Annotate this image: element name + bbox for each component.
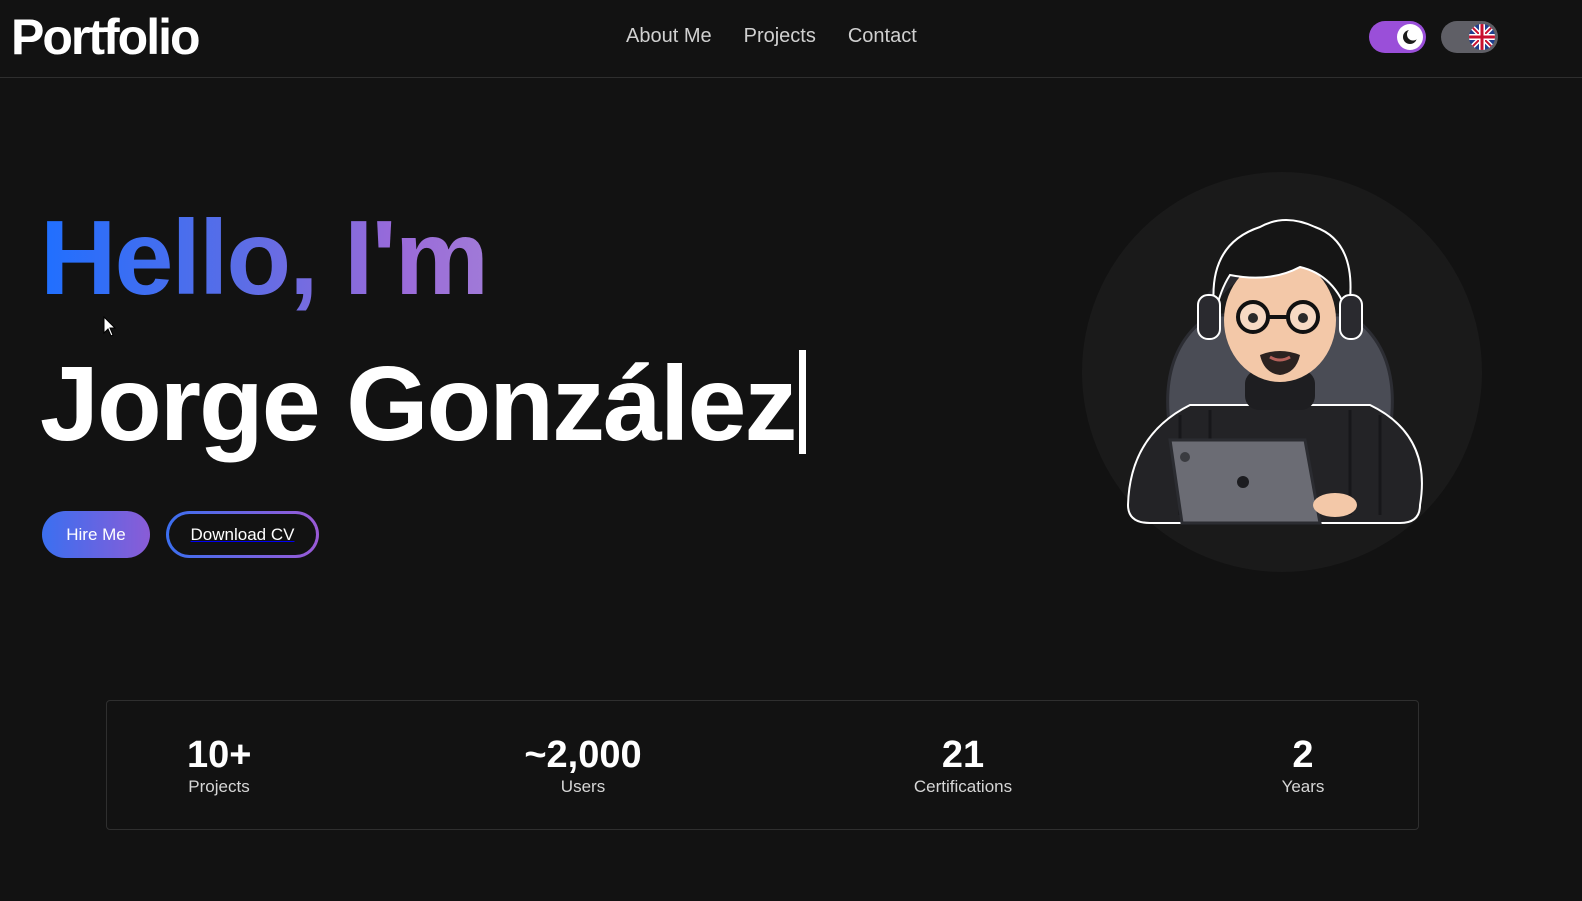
stat-projects: 10+ Projects bbox=[187, 733, 251, 797]
theme-toggle[interactable] bbox=[1369, 21, 1426, 53]
stat-value: ~2,000 bbox=[524, 734, 642, 776]
language-toggle-knob bbox=[1469, 24, 1495, 50]
stat-label: Certifications bbox=[913, 777, 1013, 796]
stat-years: 2 Years bbox=[1277, 733, 1329, 797]
stat-users: ~2,000 Users bbox=[521, 733, 645, 797]
uk-flag-icon bbox=[1469, 24, 1495, 50]
download-cv-label: Download CV bbox=[169, 514, 316, 555]
theme-toggle-knob bbox=[1397, 24, 1423, 50]
hero-name-text: Jorge González bbox=[40, 345, 797, 463]
stat-certifications: 21 Certifications bbox=[907, 733, 1019, 797]
stat-label: Projects bbox=[188, 777, 250, 796]
site-logo[interactable]: Portfolio bbox=[11, 8, 201, 66]
hire-me-button[interactable]: Hire Me bbox=[42, 511, 150, 558]
nav-projects[interactable]: Projects bbox=[744, 24, 816, 48]
developer-avatar bbox=[1126, 219, 1423, 525]
moon-icon bbox=[1403, 29, 1418, 44]
stat-label: Users bbox=[560, 777, 606, 796]
typing-caret bbox=[799, 350, 807, 454]
nav-about-me[interactable]: About Me bbox=[626, 24, 712, 48]
stat-value: 10+ bbox=[187, 734, 252, 776]
stat-value: 21 bbox=[941, 734, 985, 776]
stat-value: 2 bbox=[1292, 734, 1314, 776]
hero-greeting: Hello, I'm bbox=[40, 199, 489, 317]
main-nav: About Me Projects Contact bbox=[626, 24, 917, 48]
portfolio-page: Portfolio About Me Projects Contact Hell… bbox=[0, 0, 1582, 901]
nav-contact[interactable]: Contact bbox=[848, 24, 917, 48]
download-cv-button[interactable]: Download CV bbox=[166, 511, 319, 558]
hero-name: Jorge González bbox=[40, 345, 807, 463]
language-toggle[interactable] bbox=[1441, 21, 1498, 53]
stat-label: Years bbox=[1281, 777, 1325, 796]
mouse-cursor-icon bbox=[103, 316, 117, 337]
stats-panel: 10+ Projects ~2,000 Users 21 Certificati… bbox=[106, 700, 1419, 830]
top-navbar: Portfolio About Me Projects Contact bbox=[0, 0, 1582, 78]
